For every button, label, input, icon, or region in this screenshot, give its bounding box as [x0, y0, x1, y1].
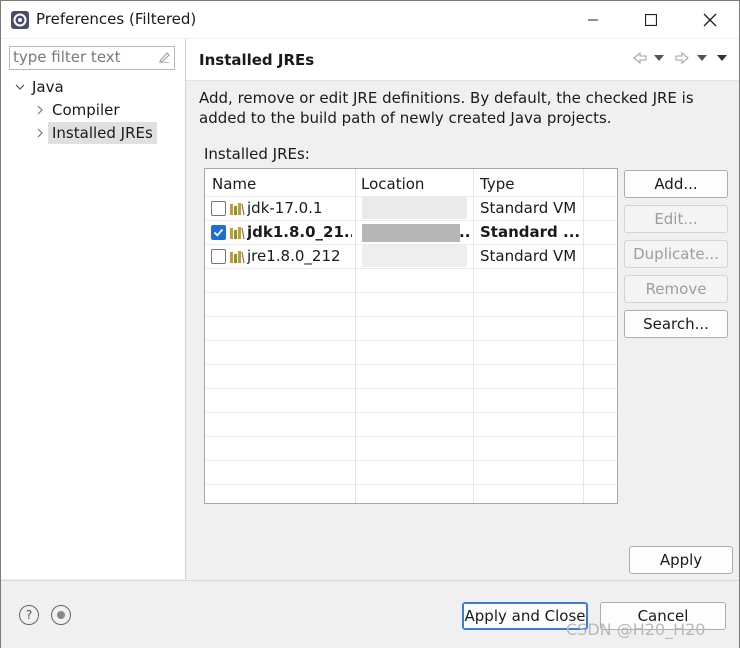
jre-type: Standard VM [480, 247, 577, 265]
title-bar: Preferences (Filtered) [1, 1, 739, 38]
jre-list-label: Installed JREs: [204, 145, 310, 163]
record-dot-icon [57, 611, 65, 619]
row-divider [205, 268, 617, 269]
tree-item-label: Installed JREs [48, 122, 157, 144]
row-divider [205, 388, 617, 389]
redacted-location [362, 224, 460, 242]
tree-item-label: Java [32, 78, 64, 96]
filter-box [9, 46, 175, 70]
page-title: Installed JREs [199, 51, 315, 69]
jre-type: Standard ... [480, 223, 580, 241]
redacted-location [362, 245, 467, 267]
eclipse-app-icon [11, 11, 29, 29]
close-icon [703, 13, 717, 26]
page-header: Installed JREs [186, 39, 739, 81]
preference-tree-pane: Java Compiler Installed JREs [1, 39, 186, 579]
apply-button[interactable]: Apply [629, 546, 733, 574]
forward-dropdown-icon[interactable] [697, 55, 707, 62]
checkmark-icon [213, 228, 224, 237]
preferences-window: Preferences (Filtered) Java Compiler [0, 0, 740, 648]
jre-name: jdk1.8.0_21... [247, 223, 352, 241]
jre-checkbox-checked[interactable] [211, 225, 226, 240]
row-divider [205, 436, 617, 437]
maximize-button[interactable] [628, 1, 674, 38]
preference-page: Installed JREs Add, remove or edit JRE d… [186, 39, 739, 579]
row-divider [205, 412, 617, 413]
redacted-location [362, 197, 467, 219]
page-description: Add, remove or edit JRE definitions. By … [199, 89, 694, 127]
edit-button[interactable]: Edit... [624, 205, 728, 233]
chevron-right-icon[interactable] [35, 105, 45, 115]
jre-checkbox[interactable] [211, 249, 226, 264]
minimize-icon [588, 19, 598, 20]
back-dropdown-icon[interactable] [654, 55, 664, 62]
jre-library-icon [230, 251, 245, 264]
help-icon[interactable]: ? [19, 605, 39, 625]
chevron-right-icon[interactable] [35, 128, 45, 138]
window-title: Preferences (Filtered) [36, 10, 197, 28]
row-divider [205, 364, 617, 365]
jre-name: jre1.8.0_212 [247, 247, 341, 265]
column-header-type[interactable]: Type [480, 175, 514, 193]
filter-input[interactable] [10, 47, 149, 67]
column-header-location[interactable]: Location [361, 175, 424, 193]
close-button[interactable] [687, 1, 733, 38]
jre-library-icon [230, 227, 245, 240]
row-divider [205, 484, 617, 485]
search-button[interactable]: Search... [624, 310, 728, 338]
remove-button[interactable]: Remove [624, 275, 728, 303]
add-button[interactable]: Add... [624, 170, 728, 198]
column-header-name[interactable]: Name [212, 175, 256, 193]
duplicate-button[interactable]: Duplicate... [624, 240, 728, 268]
tree-item-label: Compiler [52, 101, 120, 119]
watermark-text: CSDN @H20_H20 [566, 620, 706, 639]
back-arrow-icon[interactable] [632, 51, 648, 65]
jre-name: jdk-17.0.1 [247, 199, 323, 217]
jre-location: .. [459, 223, 471, 241]
row-divider [205, 340, 617, 341]
row-divider [205, 460, 617, 461]
chevron-down-icon[interactable] [15, 82, 25, 92]
clear-filter-icon[interactable] [157, 50, 171, 64]
jre-library-icon [230, 203, 245, 216]
jre-checkbox[interactable] [211, 201, 226, 216]
view-menu-icon[interactable] [717, 55, 727, 62]
forward-arrow-icon[interactable] [674, 51, 690, 65]
row-divider [205, 292, 617, 293]
maximize-icon [645, 13, 657, 26]
row-divider [205, 316, 617, 317]
row-divider [205, 220, 617, 221]
minimize-button[interactable] [570, 1, 616, 38]
jre-type: Standard VM [480, 199, 577, 217]
preference-import-icon[interactable] [51, 605, 71, 625]
jre-table[interactable]: Name Location Type jdk-17.0.1 Standard V… [204, 168, 618, 504]
